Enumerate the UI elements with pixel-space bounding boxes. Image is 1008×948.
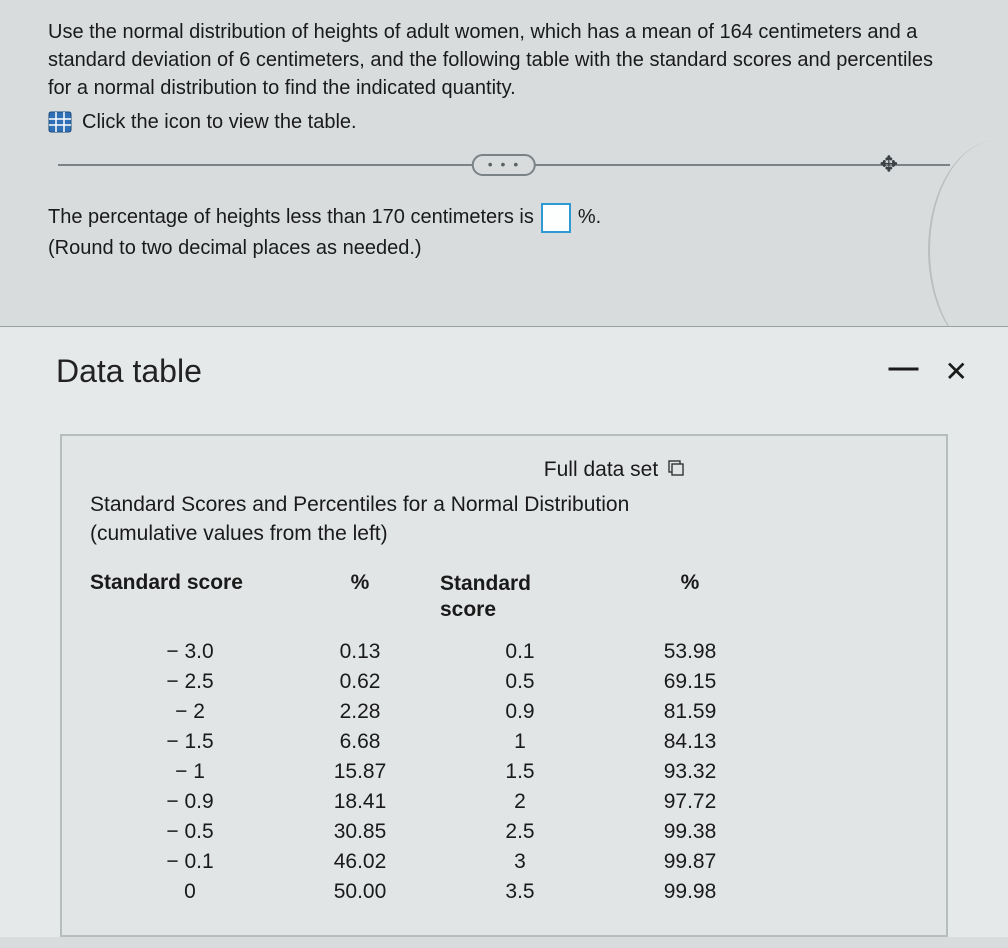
table-cell: − 3.0 [90,637,290,667]
view-table-row[interactable]: Click the icon to view the table. [48,108,960,136]
data-grid: Standard score % Standardscore % − 3.0 0… [90,567,918,908]
table-cell: 0.13 [290,637,430,667]
answer-prefix: The percentage of heights less than 170 … [48,202,534,233]
expand-button[interactable]: • • • [472,154,536,176]
table-cell: 99.87 [610,847,770,877]
table-panel: Full data set Standard Scores and Percen… [60,434,948,937]
table-cell: 50.00 [290,877,430,907]
header-percent-2: % [610,567,770,638]
table-cell: 2.28 [290,697,430,727]
table-cell: 81.59 [610,697,770,727]
table-cell: 0 [90,877,290,907]
copy-icon [666,460,684,481]
answer-suffix: %. [578,202,601,233]
table-cell: 6.68 [290,727,430,757]
table-cell: − 1 [90,757,290,787]
table-cell: 15.87 [290,757,430,787]
move-icon[interactable]: ✥ [880,150,898,181]
close-button[interactable]: ✕ [945,355,968,388]
table-cell: 46.02 [290,847,430,877]
table-icon [48,111,72,133]
table-cell: − 1.5 [90,727,290,757]
question-area: Use the normal distribution of heights o… [0,0,1008,194]
table-cell: 1.5 [430,757,610,787]
table-cell: 2 [430,787,610,817]
table-cell: − 0.5 [90,817,290,847]
table-cell: 0.1 [430,637,610,667]
divider: • • • ✥ [48,164,960,166]
table-cell: 53.98 [610,637,770,667]
table-cell: 93.32 [610,757,770,787]
table-cell: 3.5 [430,877,610,907]
header-standard-score-1: Standard score [90,567,290,638]
header-percent-1: % [290,567,430,638]
table-cell: 97.72 [610,787,770,817]
table-cell: 69.15 [610,667,770,697]
table-cell: 0.62 [290,667,430,697]
full-data-label: Full data set [544,458,658,482]
answer-area: The percentage of heights less than 170 … [0,194,1008,280]
table-cell: 0.5 [430,667,610,697]
table-cell: 1 [430,727,610,757]
answer-hint: (Round to two decimal places as needed.) [48,233,960,264]
data-table-modal: Data table — ✕ Full data set Standard Sc… [0,326,1008,937]
table-cell: − 0.9 [90,787,290,817]
table-cell: − 0.1 [90,847,290,877]
table-cell: 30.85 [290,817,430,847]
table-cell: 99.38 [610,817,770,847]
header-standard-score-2: Standardscore [430,567,610,638]
table-cell: 2.5 [430,817,610,847]
view-table-link[interactable]: Click the icon to view the table. [82,108,357,136]
full-data-set-link[interactable]: Full data set [90,458,918,482]
question-text: Use the normal distribution of heights o… [48,18,960,102]
answer-input[interactable] [541,203,571,233]
table-cell: 3 [430,847,610,877]
table-cell: 99.98 [610,877,770,907]
table-cell: − 2.5 [90,667,290,697]
table-caption: Standard Scores and Percentiles for a No… [90,490,918,549]
table-cell: − 2 [90,697,290,727]
table-cell: 0.9 [430,697,610,727]
table-cell: 18.41 [290,787,430,817]
modal-title: Data table [56,353,202,390]
table-cell: 84.13 [610,727,770,757]
minimize-button[interactable]: — [889,360,919,383]
